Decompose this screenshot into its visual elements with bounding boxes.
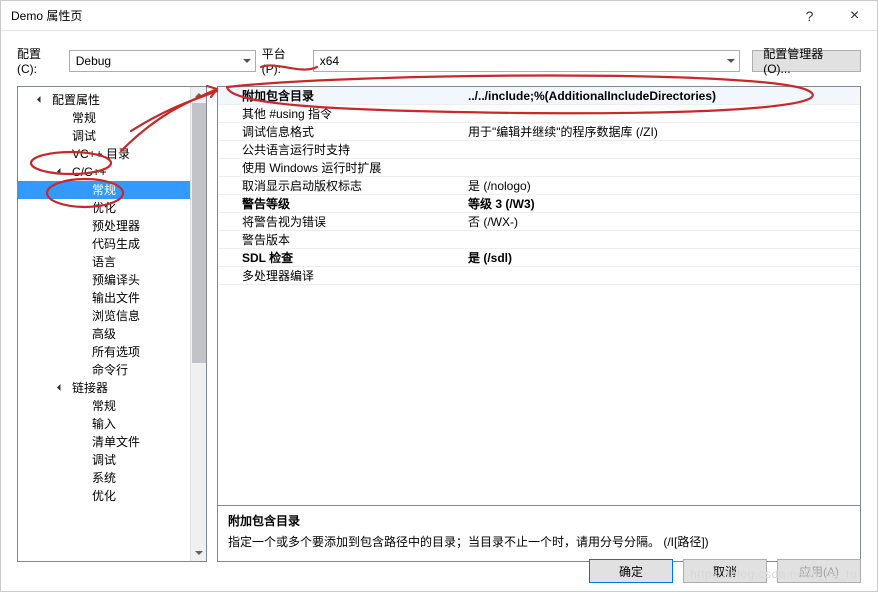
property-value[interactable] [464, 159, 860, 176]
tree-item[interactable]: 输出文件 [18, 289, 190, 307]
property-row[interactable]: 警告等级等级 3 (/W3) [218, 195, 860, 213]
property-name: SDL 检查 [218, 249, 464, 266]
scroll-up-icon[interactable] [191, 87, 207, 103]
config-label: 配置(C): [17, 45, 61, 76]
tree-item[interactable]: 所有选项 [18, 343, 190, 361]
tree-item[interactable]: 常规 [18, 181, 190, 199]
property-name: 警告等级 [218, 195, 464, 212]
property-row[interactable]: 调试信息格式用于"编辑并继续"的程序数据库 (/ZI) [218, 123, 860, 141]
property-value[interactable]: 等级 3 (/W3) [464, 195, 860, 212]
tree-item[interactable]: 链接器 [18, 379, 190, 397]
tree-item[interactable]: 清单文件 [18, 433, 190, 451]
property-value[interactable]: 用于"编辑并继续"的程序数据库 (/ZI) [464, 123, 860, 140]
description-title: 附加包含目录 [228, 512, 850, 529]
tree-item[interactable]: 常规 [18, 109, 190, 127]
tree[interactable]: 配置属性常规调试VC++ 目录C/C++常规优化预处理器代码生成语言预编译头输出… [18, 87, 190, 561]
property-name: 其他 #using 指令 [218, 105, 464, 122]
property-row[interactable]: 多处理器编译 [218, 267, 860, 285]
tree-item[interactable]: 常规 [18, 397, 190, 415]
tree-item[interactable]: 优化 [18, 199, 190, 217]
property-row[interactable]: 公共语言运行时支持 [218, 141, 860, 159]
platform-label: 平台(P): [262, 45, 305, 76]
property-value[interactable] [464, 105, 860, 122]
tree-item[interactable]: 调试 [18, 127, 190, 145]
tree-item[interactable]: C/C++ [18, 163, 190, 181]
platform-value: x64 [320, 54, 339, 68]
chevron-down-icon [727, 59, 735, 63]
property-value[interactable]: 否 (/WX-) [464, 213, 860, 230]
tree-item[interactable]: 命令行 [18, 361, 190, 379]
config-manager-button[interactable]: 配置管理器(O)... [752, 50, 861, 72]
property-row[interactable]: 警告版本 [218, 231, 860, 249]
property-name: 多处理器编译 [218, 267, 464, 284]
tree-item[interactable]: 调试 [18, 451, 190, 469]
tree-item[interactable]: 高级 [18, 325, 190, 343]
scroll-thumb[interactable] [192, 103, 206, 363]
tree-item[interactable]: 语言 [18, 253, 190, 271]
property-name: 警告版本 [218, 231, 464, 248]
ok-button[interactable]: 确定 [589, 559, 673, 583]
property-row[interactable]: 使用 Windows 运行时扩展 [218, 159, 860, 177]
property-row[interactable]: 取消显示启动版权标志是 (/nologo) [218, 177, 860, 195]
tree-item[interactable]: 预处理器 [18, 217, 190, 235]
tree-item[interactable]: VC++ 目录 [18, 145, 190, 163]
platform-combo[interactable]: x64 [313, 50, 740, 72]
tree-item[interactable]: 系统 [18, 469, 190, 487]
config-value: Debug [76, 54, 111, 68]
description-body: 指定一个或多个要添加到包含路径中的目录；当目录不止一个时，请用分号分隔。 (/I… [228, 533, 850, 550]
sidebar: 配置属性常规调试VC++ 目录C/C++常规优化预处理器代码生成语言预编译头输出… [17, 86, 207, 562]
apply-button[interactable]: 应用(A) [777, 559, 861, 583]
property-name: 使用 Windows 运行时扩展 [218, 159, 464, 176]
property-value[interactable] [464, 267, 860, 284]
tree-item[interactable]: 代码生成 [18, 235, 190, 253]
property-name: 公共语言运行时支持 [218, 141, 464, 158]
tree-item[interactable]: 输入 [18, 415, 190, 433]
tree-item[interactable]: 预编译头 [18, 271, 190, 289]
property-row[interactable]: 附加包含目录../../include;%(AdditionalIncludeD… [218, 87, 860, 105]
property-row[interactable]: SDL 检查是 (/sdl) [218, 249, 860, 267]
window-title: Demo 属性页 [11, 7, 787, 24]
config-combo[interactable]: Debug [69, 50, 256, 72]
cancel-button[interactable]: 取消 [683, 559, 767, 583]
property-row[interactable]: 将警告视为错误否 (/WX-) [218, 213, 860, 231]
property-value[interactable]: ../../include;%(AdditionalIncludeDirecto… [464, 87, 860, 104]
help-button[interactable]: ? [787, 1, 832, 31]
close-button[interactable]: × [832, 1, 877, 31]
tree-item[interactable]: 浏览信息 [18, 307, 190, 325]
property-value[interactable]: 是 (/nologo) [464, 177, 860, 194]
tree-item[interactable]: 优化 [18, 487, 190, 505]
property-value[interactable] [464, 141, 860, 158]
property-grid[interactable]: 附加包含目录../../include;%(AdditionalIncludeD… [217, 86, 861, 506]
property-value[interactable] [464, 231, 860, 248]
tree-scrollbar[interactable] [190, 87, 206, 561]
property-name: 调试信息格式 [218, 123, 464, 140]
property-row[interactable]: 其他 #using 指令 [218, 105, 860, 123]
property-name: 附加包含目录 [218, 87, 464, 104]
property-value[interactable]: 是 (/sdl) [464, 249, 860, 266]
chevron-down-icon [243, 59, 251, 63]
tree-item[interactable]: 配置属性 [18, 91, 190, 109]
property-name: 取消显示启动版权标志 [218, 177, 464, 194]
property-name: 将警告视为错误 [218, 213, 464, 230]
